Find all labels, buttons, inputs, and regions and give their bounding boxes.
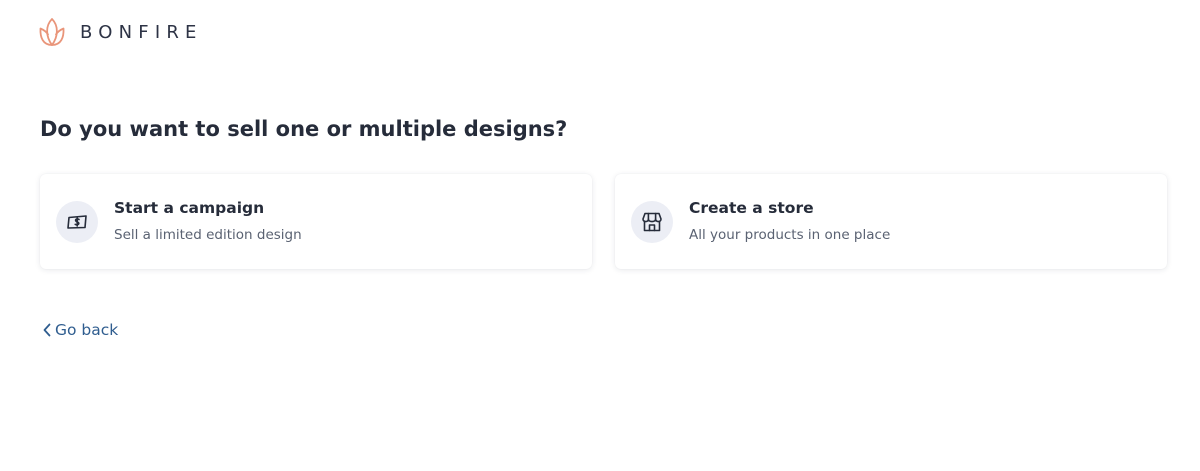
money-icon [67, 215, 87, 229]
go-back-link[interactable]: Go back [42, 321, 118, 339]
campaign-title: Start a campaign [114, 199, 265, 217]
store-subtitle: All your products in one place [689, 227, 891, 243]
header: BONFIRE [38, 16, 203, 48]
campaign-subtitle: Sell a limited edition design [114, 227, 302, 243]
logo-text: BONFIRE [80, 21, 203, 43]
go-back-label: Go back [55, 321, 119, 339]
chevron-left-icon [43, 323, 51, 337]
campaign-icon-circle [56, 201, 98, 243]
store-icon-circle [631, 201, 673, 243]
storefront-icon [642, 212, 662, 232]
page-question: Do you want to sell one or multiple desi… [40, 117, 568, 141]
bonfire-logo-icon[interactable] [38, 16, 66, 48]
store-title: Create a store [689, 199, 814, 217]
start-campaign-option[interactable]: Start a campaign Sell a limited edition … [40, 174, 592, 269]
create-store-option[interactable]: Create a store All your products in one … [615, 174, 1167, 269]
